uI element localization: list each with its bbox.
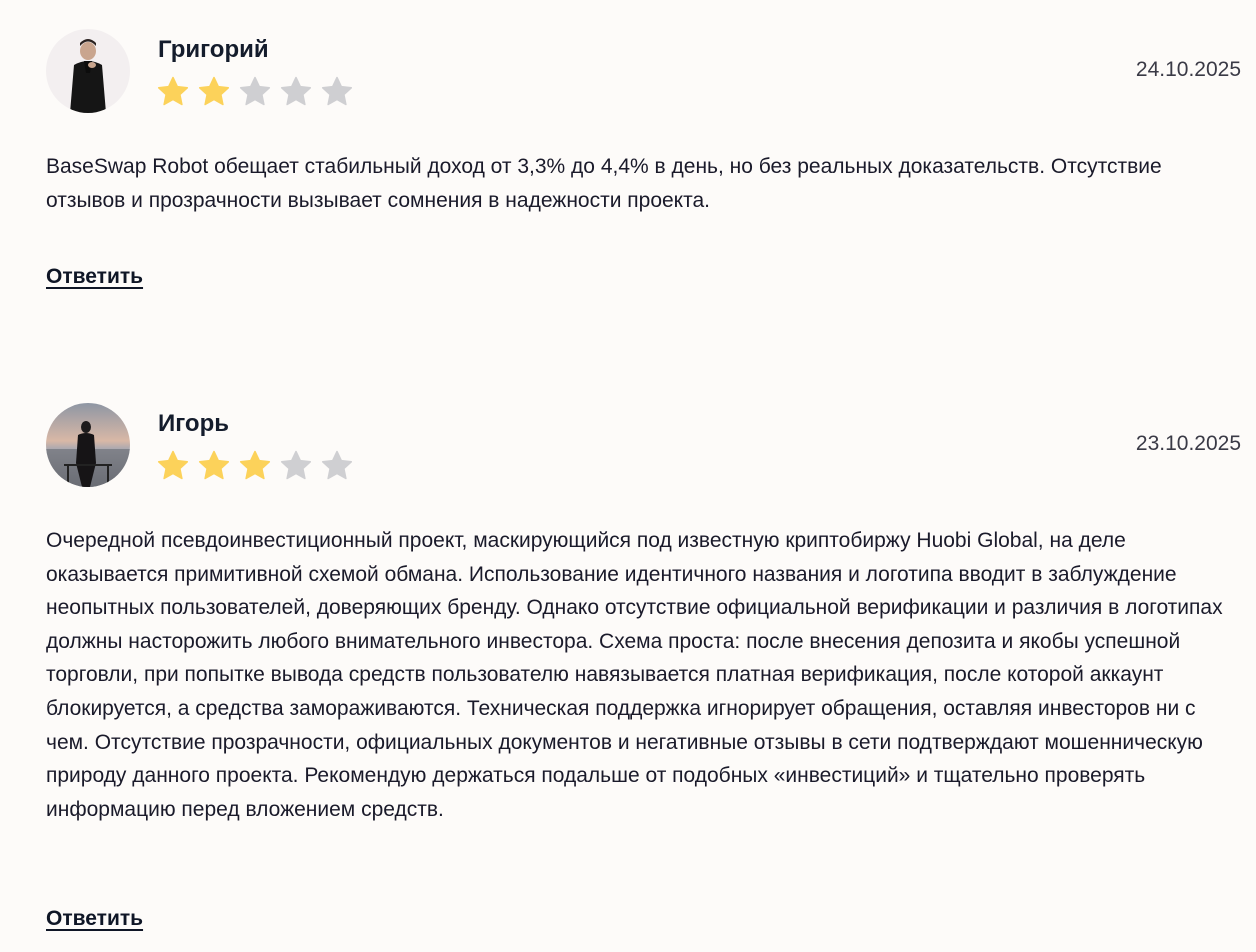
rating-stars	[156, 75, 361, 109]
star-empty-icon	[279, 449, 313, 483]
author-name: Григорий	[158, 36, 269, 63]
review-date: 23.10.2025	[1135, 432, 1241, 455]
star-filled-icon	[197, 449, 231, 483]
author-name: Игорь	[158, 410, 230, 437]
star-filled-icon	[197, 75, 231, 109]
review-header: Григорий 24.10.2025	[46, 29, 1241, 113]
reply-link[interactable]: Ответить	[46, 906, 143, 932]
review-date: 24.10.2025	[1135, 58, 1241, 81]
review-header: Игорь 23.10.2025	[46, 403, 1241, 487]
star-filled-icon	[238, 449, 272, 483]
review-item: Игорь 23.10.2025 Очередной псевдоинвести…	[46, 403, 1241, 930]
avatar	[46, 29, 130, 113]
star-filled-icon	[156, 449, 190, 483]
review-text: BaseSwap Robot обещает стабильный доход …	[46, 155, 1162, 212]
review-text: Очередной псевдоинвестиционный проект, м…	[46, 529, 1223, 821]
star-empty-icon	[279, 75, 313, 109]
rating-stars	[156, 449, 361, 483]
avatar	[46, 403, 130, 487]
star-empty-icon	[238, 75, 272, 109]
reply-link[interactable]: Ответить	[46, 264, 143, 290]
review-item: Григорий 24.10.2025 BaseSwap Robot обеща…	[46, 29, 1241, 288]
star-empty-icon	[320, 75, 354, 109]
star-empty-icon	[320, 449, 354, 483]
reviews-list: Григорий 24.10.2025 BaseSwap Robot обеща…	[0, 0, 1256, 952]
star-filled-icon	[156, 75, 190, 109]
